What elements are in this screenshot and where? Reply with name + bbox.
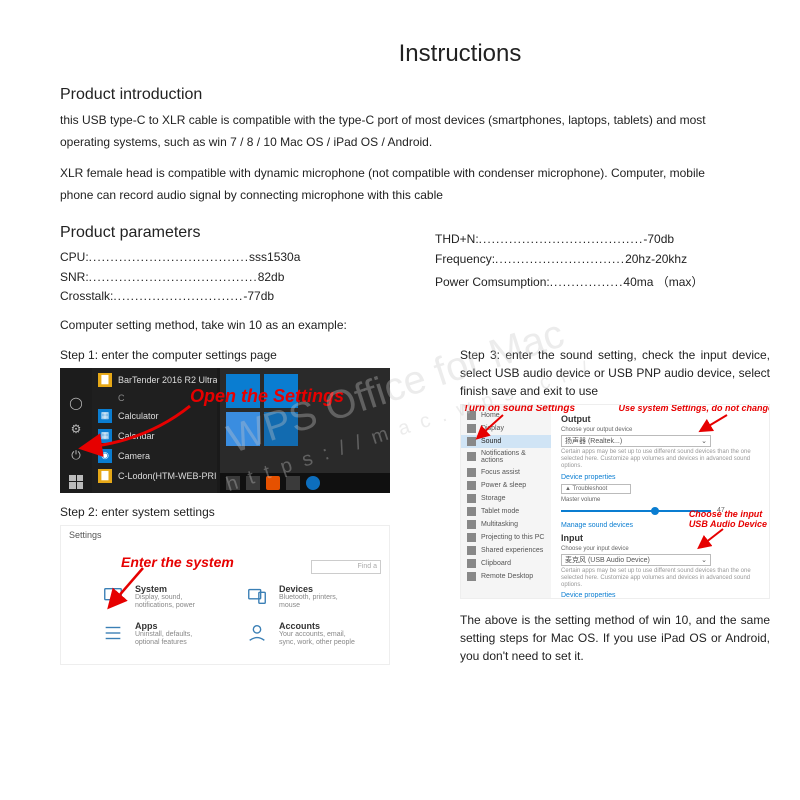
params-heading: Product parameters	[60, 224, 365, 242]
search-icon	[226, 476, 240, 490]
shared-icon	[467, 546, 476, 555]
page-title: Instructions	[180, 40, 740, 68]
task-view-icon	[246, 476, 260, 490]
search-input: Find a	[311, 560, 381, 574]
power-icon: ⏻	[71, 448, 81, 463]
start-sidebar: ◯ ⚙ ⏻	[60, 368, 92, 493]
user-icon: ◯	[69, 396, 82, 410]
arrow-icon	[703, 413, 733, 434]
explorer-icon	[286, 476, 300, 490]
notifications-icon	[467, 452, 476, 461]
storage-icon	[467, 494, 476, 503]
settings-item-apps: AppsUninstall, defaults, optional featur…	[101, 621, 215, 648]
steps-footer: The above is the setting method of win 1…	[460, 611, 770, 665]
focus-icon	[467, 468, 476, 477]
param-power: Power Comsumption: ................. 40m…	[435, 273, 740, 292]
gear-icon: ⚙	[71, 422, 82, 436]
param-thd: THD+N: .................................…	[435, 230, 740, 249]
param-cpu: CPU: ...................................…	[60, 248, 365, 267]
output-device-select: 扬声器 (Realtek...)⌄	[561, 435, 711, 447]
annotation-use-system: Use system Settings, do not change	[613, 404, 770, 413]
folder-icon: ▇	[98, 469, 112, 483]
multitask-icon	[467, 520, 476, 529]
taskbar	[220, 473, 390, 493]
intro-paragraph-2: XLR female head is compatible with dynam…	[60, 163, 740, 206]
tablet-icon	[467, 507, 476, 516]
clipboard-icon	[467, 559, 476, 568]
arrow-icon	[701, 527, 727, 550]
intro-paragraph-1: this USB type-C to XLR cable is compatib…	[60, 110, 740, 153]
chevron-down-icon: ⌄	[701, 556, 707, 564]
intro-heading: Product introduction	[60, 86, 740, 104]
start-tiles	[220, 368, 390, 473]
projecting-icon	[467, 533, 476, 542]
arrow-icon	[113, 566, 153, 609]
input-heading: Input	[561, 533, 759, 543]
remote-icon	[467, 572, 476, 581]
steps-columns: Step 1: enter the computer settings page…	[60, 338, 740, 669]
step-3-label: Step 3: enter the sound setting, check t…	[460, 346, 770, 400]
settings-item-devices: DevicesBluetooth, printers, mouse	[245, 584, 359, 611]
settings-title: Settings	[61, 526, 389, 544]
param-frequency: Frequency: .............................…	[435, 250, 740, 269]
accounts-icon	[245, 621, 269, 645]
step-2-label: Step 2: enter system settings	[60, 503, 390, 521]
devices-icon	[245, 584, 269, 608]
sound-icon	[467, 437, 476, 446]
app-icon	[266, 476, 280, 490]
chevron-down-icon: ⌄	[701, 437, 707, 445]
troubleshoot-button: ▲ Troubleshoot	[561, 484, 631, 494]
steps-intro: Computer setting method, take win 10 as …	[60, 316, 740, 334]
parameters-columns: Product parameters CPU: ................…	[60, 216, 740, 306]
settings-item-accounts: AccountsYour accounts, email, sync, work…	[245, 621, 359, 648]
sound-main-panel: Output Choose your output device 扬声器 (Re…	[551, 405, 769, 598]
param-crosstalk: Crosstalk: .............................…	[60, 287, 365, 306]
screenshot-sound-settings: Home Display Sound Notifications & actio…	[460, 404, 770, 599]
display-icon	[467, 424, 476, 433]
arrow-icon	[479, 413, 509, 440]
annotation-open-settings: Open the Settings	[190, 386, 344, 407]
device-properties-link-2: Device properties	[561, 592, 759, 599]
apps-icon	[101, 621, 125, 645]
input-device-select: 麦克风 (USB Audio Device)⌄	[561, 554, 711, 566]
step-1-label: Step 1: enter the computer settings page	[60, 346, 390, 364]
windows-icon	[69, 475, 83, 489]
device-properties-link: Device properties	[561, 474, 759, 481]
screenshot-settings-home: Settings Find a Enter the system SystemD…	[60, 525, 390, 665]
power-icon	[467, 481, 476, 490]
screenshot-start-menu: ◯ ⚙ ⏻ ▇BarTender 2016 R2 UltraLite C ▦Ca…	[60, 368, 390, 493]
arrow-icon	[90, 398, 200, 461]
edge-icon	[306, 476, 320, 490]
param-snr: SNR: ...................................…	[60, 268, 365, 287]
folder-icon: ▇	[98, 373, 112, 387]
